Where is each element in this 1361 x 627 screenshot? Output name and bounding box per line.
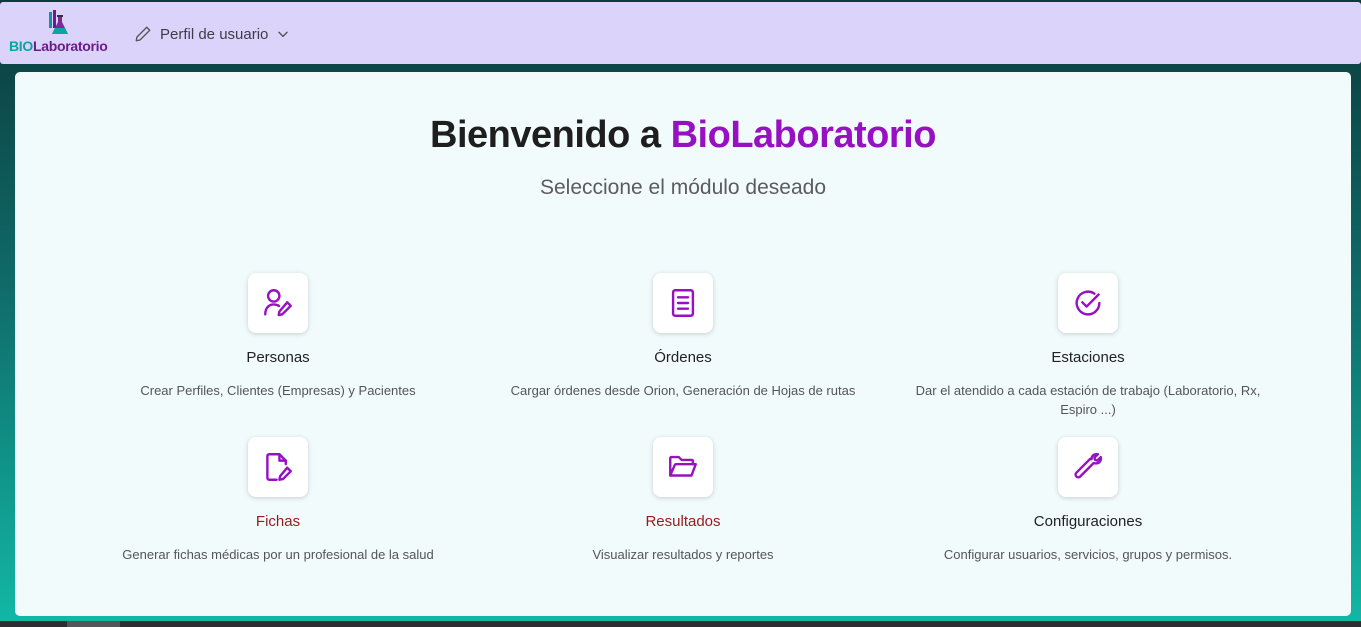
module-icon-button[interactable] [248,437,308,497]
profile-menu-button[interactable]: Perfil de usuario [134,20,290,48]
module-name[interactable]: Personas [88,349,468,366]
logo-text: BIOLaboratorio [9,38,108,54]
module-icon-button[interactable] [653,273,713,333]
app-logo[interactable]: BIOLaboratorio [8,10,112,56]
module-resultados[interactable]: Resultados Visualizar resultados y repor… [493,437,873,564]
module-name[interactable]: Estaciones [898,349,1278,366]
module-icon-button[interactable] [1058,437,1118,497]
flask-logo-icon [49,10,68,34]
module-ordenes[interactable]: Órdenes Cargar órdenes desde Orion, Gene… [493,273,873,400]
file-edit-icon [266,453,292,481]
logo-text-lab: Laboratorio [33,38,108,54]
module-estaciones[interactable]: Estaciones Dar el atendido a cada estaci… [898,273,1278,419]
module-name[interactable]: Resultados [493,513,873,530]
chevron-down-icon [278,31,289,38]
top-navbar: BIOLaboratorio Perfil de usuario [0,2,1361,64]
main-card: Bienvenido a BioLaboratorio Seleccione e… [15,72,1351,616]
module-description: Configurar usuarios, servicios, grupos y… [943,547,1233,562]
document-list-icon [671,289,695,317]
module-description: Dar el atendido a cada estación de traba… [915,383,1261,417]
module-icon-button[interactable] [1058,273,1118,333]
user-edit-icon [264,289,292,317]
module-icon-button[interactable] [248,273,308,333]
module-description: Visualizar resultados y reportes [592,547,774,562]
module-personas[interactable]: Personas Crear Perfiles, Clientes (Empre… [88,273,468,400]
logo-text-bio: BIO [9,38,33,54]
module-name[interactable]: Configuraciones [898,513,1278,530]
title-prefix: Bienvenido a [430,114,671,156]
title-brand: BioLaboratorio [670,114,937,156]
module-name[interactable]: Órdenes [493,349,873,366]
module-description: Cargar órdenes desde Orion, Generación d… [510,383,856,398]
taskbar-segment [67,621,120,627]
module-name[interactable]: Fichas [88,513,468,530]
folder-open-icon [669,455,697,477]
page-subtitle: Seleccione el módulo deseado [539,176,827,199]
page-title: Bienvenido a BioLaboratorio [15,114,1351,157]
wrench-icon [1074,452,1103,479]
module-fichas[interactable]: Fichas Generar fichas médicas por un pro… [88,437,468,564]
check-circle-icon [1075,290,1101,316]
module-description: Generar fichas médicas por un profesiona… [122,547,434,562]
module-configuraciones[interactable]: Configuraciones Configurar usuarios, ser… [898,437,1278,564]
bottom-taskbar-strip [0,621,1361,627]
pencil-icon [135,26,151,42]
module-description: Crear Perfiles, Clientes (Empresas) y Pa… [140,383,416,398]
profile-menu-label: Perfil de usuario [160,25,269,43]
module-icon-button[interactable] [653,437,713,497]
